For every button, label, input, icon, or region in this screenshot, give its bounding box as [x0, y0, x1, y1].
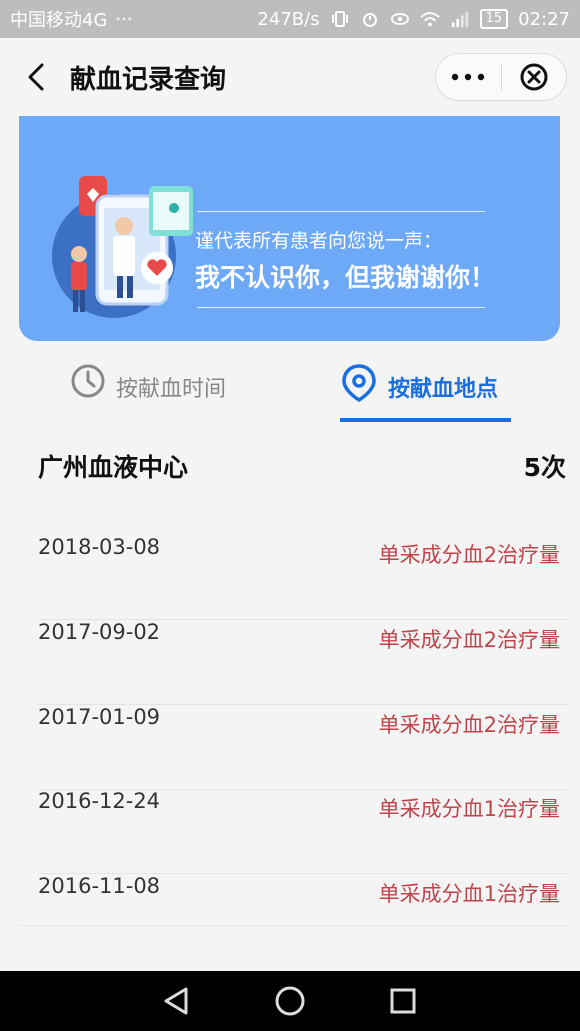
record-date: 2016-11-08: [38, 874, 161, 898]
tab-by-time[interactable]: 按献血时间: [70, 363, 226, 423]
record-row[interactable]: 2017-01-09 单采成分血2治疗量: [38, 705, 570, 790]
tab-by-location[interactable]: 按献血地点: [340, 363, 498, 423]
active-tab-indicator: [340, 418, 511, 422]
square-recents-icon: [390, 988, 416, 1014]
record-type: 单采成分血2治疗量: [378, 543, 560, 567]
alarm-icon: [360, 9, 380, 29]
system-home-button[interactable]: [270, 981, 310, 1021]
list-bottom-divider: [19, 925, 570, 926]
triangle-back-icon: [164, 987, 188, 1015]
banner-divider-top: [197, 211, 485, 212]
status-bar: 中国移动4G ··· 247B/s 15 02:27: [0, 0, 580, 38]
thanks-banner: 谨代表所有患者向您说一声： 我不认识你，但我谢谢你！: [19, 116, 560, 341]
more-dots-icon: [452, 73, 485, 81]
tab-by-location-label: 按献血地点: [388, 377, 499, 402]
banner-subtitle: 谨代表所有患者向您说一声：: [195, 230, 443, 252]
system-recents-button[interactable]: [383, 981, 423, 1021]
circle-home-icon: [275, 986, 305, 1016]
record-date: 2016-12-24: [38, 789, 161, 813]
nav-bar: 献血记录查询: [0, 38, 580, 116]
sort-tabs: 按献血时间 按献血地点: [0, 341, 580, 425]
system-back-button[interactable]: [157, 981, 197, 1021]
record-date: 2017-01-09: [38, 705, 161, 729]
donation-count: 5次: [523, 453, 566, 482]
record-type: 单采成分血2治疗量: [378, 713, 560, 737]
wifi-icon: [419, 9, 440, 29]
chevron-left-icon: [28, 63, 44, 91]
record-row[interactable]: 2016-11-08 单采成分血1治疗量: [38, 874, 570, 959]
record-date: 2017-09-02: [38, 620, 161, 644]
record-type: 单采成分血1治疗量: [378, 797, 560, 821]
clock-icon: [71, 364, 105, 398]
location-name: 广州血液中心: [38, 453, 189, 482]
more-notifications-dots: ···: [115, 8, 133, 30]
clock: 02:27: [518, 8, 570, 30]
system-navigation-bar: [0, 971, 580, 1031]
close-icon: [520, 63, 548, 91]
more-button[interactable]: [436, 54, 501, 100]
banner-divider-bottom: [197, 307, 485, 308]
signal-icon: [450, 9, 470, 29]
record-row[interactable]: 2016-12-24 单采成分血1治疗量: [38, 789, 570, 874]
vibrate-icon: [330, 9, 350, 29]
carrier-label: 中国移动4G: [10, 10, 108, 31]
battery-indicator: 15: [479, 9, 509, 29]
tab-by-time-label: 按献血时间: [116, 377, 227, 402]
record-row[interactable]: 2018-03-08 单采成分血2治疗量: [38, 535, 570, 620]
network-speed: 247B/s: [257, 8, 320, 30]
record-row[interactable]: 2017-09-02 单采成分血2治疗量: [38, 620, 570, 705]
location-group-header: 广州血液中心 5次: [38, 448, 566, 484]
close-button[interactable]: [502, 54, 567, 100]
record-date: 2018-03-08: [38, 535, 161, 559]
back-button[interactable]: [18, 59, 54, 95]
record-type: 单采成分血2治疗量: [378, 628, 560, 652]
record-type: 单采成分血1治疗量: [378, 882, 560, 906]
page-title: 献血记录查询: [70, 64, 227, 95]
mini-program-capsule: [435, 53, 567, 101]
eye-icon: [390, 9, 410, 29]
blood-donation-illustration: [52, 176, 193, 318]
banner-headline: 我不认识你，但我谢谢你！: [195, 263, 496, 292]
location-pin-icon: [342, 364, 376, 403]
